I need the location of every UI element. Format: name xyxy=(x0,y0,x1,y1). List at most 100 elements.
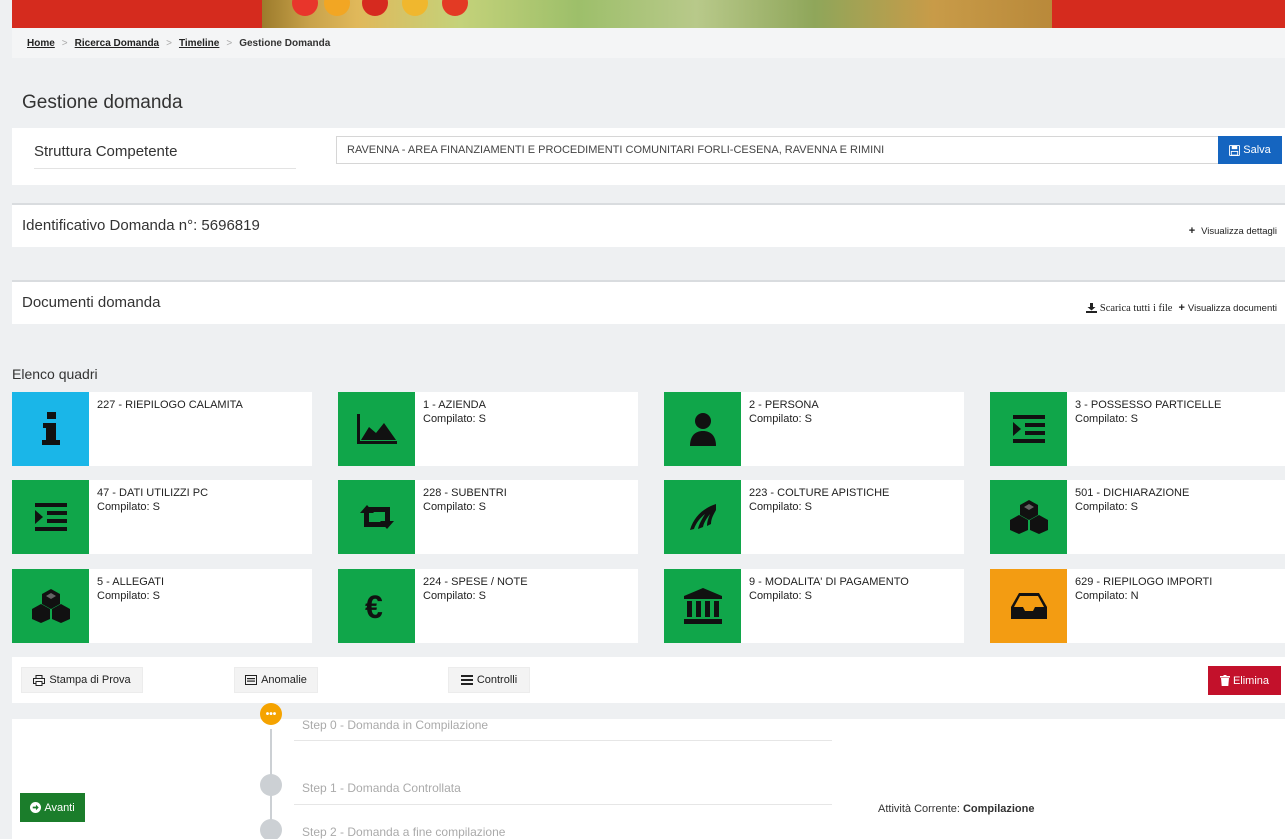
step-0-dot: ••• xyxy=(260,703,282,725)
quadro-status: Compilato: S xyxy=(749,590,812,602)
step-divider xyxy=(294,740,832,741)
area-chart-icon xyxy=(338,392,415,466)
stampa-prova-button[interactable]: Stampa di Prova xyxy=(21,667,143,693)
quadro-title: 629 - RIEPILOGO IMPORTI xyxy=(1075,576,1213,588)
banner-image xyxy=(262,0,1052,28)
plus-icon: + xyxy=(1188,225,1196,237)
struttura-panel: Struttura Competente RAVENNA - AREA FINA… xyxy=(12,128,1285,185)
quadro-title: 224 - SPESE / NOTE xyxy=(423,576,528,588)
page-title: Gestione domanda xyxy=(22,92,183,113)
quadro-text: 1 - AZIENDA Compilato: S xyxy=(415,392,494,466)
avanti-label: Avanti xyxy=(44,801,75,814)
floppy-icon xyxy=(1229,144,1241,156)
header-banner xyxy=(12,0,1285,28)
quadro-card[interactable]: 3 - POSSESSO PARTICELLE Compilato: S xyxy=(990,392,1285,466)
struttura-label: Struttura Competente xyxy=(34,143,296,169)
quadro-status: Compilato: S xyxy=(423,590,486,602)
quadro-title: 9 - MODALITA' DI PAGAMENTO xyxy=(749,576,909,588)
quadro-title: 227 - RIEPILOGO CALAMITA xyxy=(97,399,243,411)
quadro-title: 223 - COLTURE APISTICHE xyxy=(749,487,890,499)
save-button[interactable]: Salva xyxy=(1218,136,1282,164)
action-toolbar: Stampa di Prova Anomalie Controlli Elimi… xyxy=(12,657,1285,703)
save-button-label: Salva xyxy=(1243,144,1271,156)
quadro-status: Compilato: S xyxy=(97,590,160,602)
quadro-status: Compilato: S xyxy=(1075,501,1138,513)
info-icon xyxy=(12,392,89,466)
quadro-text: 224 - SPESE / NOTE Compilato: S xyxy=(415,569,536,643)
quadro-card[interactable]: 228 - SUBENTRI Compilato: S xyxy=(338,480,638,554)
quadro-card[interactable]: €224 - SPESE / NOTE Compilato: S xyxy=(338,569,638,643)
quadro-status: Compilato: S xyxy=(97,501,160,513)
svg-text:€: € xyxy=(365,591,383,621)
controlli-label: Controlli xyxy=(476,674,518,686)
quadro-title: 2 - PERSONA xyxy=(749,399,819,411)
download-icon xyxy=(1085,303,1097,313)
workflow-panel: Avanti ••• Step 0 - Domanda in Compilazi… xyxy=(12,703,1285,839)
breadcrumb-timeline-link[interactable]: Timeline xyxy=(179,38,219,49)
quadro-text: 47 - DATI UTILIZZI PC Compilato: S xyxy=(89,480,216,554)
quadro-title: 1 - AZIENDA xyxy=(423,399,486,411)
inbox-icon xyxy=(990,569,1067,643)
breadcrumb-home-link[interactable]: Home xyxy=(27,38,55,49)
quadro-card[interactable]: 227 - RIEPILOGO CALAMITA xyxy=(12,392,312,466)
visualizza-documenti-link[interactable]: + Visualizza documenti xyxy=(1178,302,1277,314)
stampa-prova-label: Stampa di Prova xyxy=(49,674,131,686)
plus-icon: + xyxy=(1178,302,1185,314)
visualizza-dettagli-link[interactable]: + Visualizza dettagli xyxy=(1189,225,1277,237)
user-icon xyxy=(664,392,741,466)
breadcrumb-ricerca-link[interactable]: Ricerca Domanda xyxy=(75,38,159,49)
elimina-label: Elimina xyxy=(1232,674,1270,687)
quadro-text: 228 - SUBENTRI Compilato: S xyxy=(415,480,515,554)
quadro-status: Compilato: S xyxy=(423,501,486,513)
step-divider xyxy=(294,804,832,805)
quadro-text: 223 - COLTURE APISTICHE Compilato: S xyxy=(741,480,897,554)
elimina-button[interactable]: Elimina xyxy=(1208,666,1281,695)
identificativo-title: Identificativo Domanda n°: 5696819 xyxy=(22,217,260,234)
step-1-dot xyxy=(260,774,282,796)
quadro-card[interactable]: 2 - PERSONA Compilato: S xyxy=(664,392,964,466)
bank-icon xyxy=(664,569,741,643)
quadro-card[interactable]: 47 - DATI UTILIZZI PC Compilato: S xyxy=(12,480,312,554)
retweet-icon xyxy=(338,480,415,554)
quadro-title: 47 - DATI UTILIZZI PC xyxy=(97,487,209,499)
quadro-status: Compilato: S xyxy=(749,501,812,513)
anomalie-button[interactable]: Anomalie xyxy=(234,667,318,693)
scarica-tutti-label: Scarica tutti i file xyxy=(1099,302,1173,314)
quadro-status: Compilato: N xyxy=(1075,590,1139,602)
quadro-card[interactable]: 1 - AZIENDA Compilato: S xyxy=(338,392,638,466)
list-icon xyxy=(460,675,473,685)
quadro-card[interactable]: 629 - RIEPILOGO IMPORTI Compilato: N xyxy=(990,569,1285,643)
indent-icon xyxy=(12,480,89,554)
quadro-status: Compilato: S xyxy=(749,413,812,425)
quadro-title: 501 - DICHIARAZIONE xyxy=(1075,487,1190,499)
quadro-title: 228 - SUBENTRI xyxy=(423,487,507,499)
step-2-label: Step 2 - Domanda a fine compilazione xyxy=(302,825,506,839)
quadro-card[interactable]: 501 - DICHIARAZIONE Compilato: S xyxy=(990,480,1285,554)
quadro-text: 629 - RIEPILOGO IMPORTI Compilato: N xyxy=(1067,569,1220,643)
step-1-label: Step 1 - Domanda Controllata xyxy=(302,781,461,795)
identificativo-panel: Identificativo Domanda n°: 5696819 + Vis… xyxy=(12,203,1285,247)
breadcrumb-current: Gestione Domanda xyxy=(239,37,331,49)
controlli-button[interactable]: Controlli xyxy=(448,667,530,693)
cubes-icon xyxy=(990,480,1067,554)
quadro-card[interactable]: 223 - COLTURE APISTICHE Compilato: S xyxy=(664,480,964,554)
avanti-button[interactable]: Avanti xyxy=(20,793,85,822)
documenti-title: Documenti domanda xyxy=(22,294,161,311)
struttura-select[interactable]: RAVENNA - AREA FINANZIAMENTI E PROCEDIME… xyxy=(336,136,1218,164)
step-2-dot xyxy=(260,819,282,839)
quadro-text: 227 - RIEPILOGO CALAMITA xyxy=(89,392,251,466)
breadcrumb: Home > Ricerca Domanda > Timeline > Gest… xyxy=(12,28,1285,58)
visualizza-dettagli-label: Visualizza dettagli xyxy=(1201,225,1277,237)
quadro-title: 5 - ALLEGATI xyxy=(97,576,165,588)
breadcrumb-separator: > xyxy=(166,37,172,49)
attivita-corrente-label: Attività Corrente: xyxy=(878,803,960,815)
trash-icon xyxy=(1219,675,1230,686)
scarica-tutti-link[interactable]: Scarica tutti i file xyxy=(1085,302,1173,314)
print-icon xyxy=(33,674,46,686)
documenti-actions: Scarica tutti i file + Visualizza docume… xyxy=(1085,302,1277,314)
visualizza-documenti-label: Visualizza documenti xyxy=(1187,302,1277,314)
attivita-corrente: Attività Corrente: Compilazione xyxy=(878,803,1035,815)
quadro-card[interactable]: 9 - MODALITA' DI PAGAMENTO Compilato: S xyxy=(664,569,964,643)
quadro-text: 5 - ALLEGATI Compilato: S xyxy=(89,569,172,643)
quadro-card[interactable]: 5 - ALLEGATI Compilato: S xyxy=(12,569,312,643)
